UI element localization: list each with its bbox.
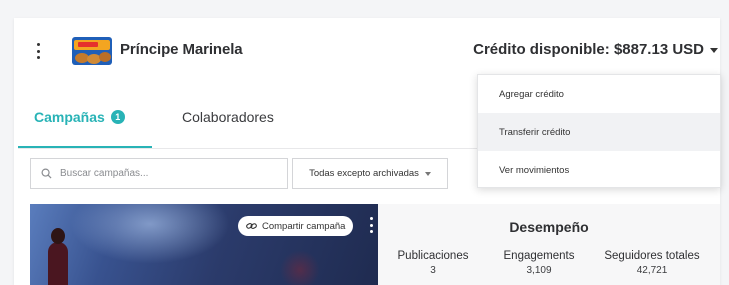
menu-item-view-movements[interactable]: Ver movimientos: [478, 151, 720, 189]
metric-engagements: Engagements 3,109: [498, 250, 580, 276]
credit-dropdown-button[interactable]: Crédito disponible: $887.13 USD: [473, 41, 718, 58]
tab-label: Campañas: [34, 109, 105, 125]
caret-down-icon: [710, 48, 718, 53]
metric-followers: Seguidores totales 42,721: [598, 250, 706, 276]
metric-label: Engagements: [503, 250, 575, 262]
tab-campaigns[interactable]: Campañas 1: [34, 109, 125, 125]
share-campaign-button[interactable]: Compartir campaña: [238, 216, 354, 236]
status-filter-value: Todas excepto archivadas: [309, 168, 419, 179]
brand-logo: [70, 31, 114, 71]
status-filter-select[interactable]: Todas excepto archivadas: [292, 158, 448, 189]
brand-name: Príncipe Marinela: [120, 41, 243, 58]
campaign-image[interactable]: Compartir campaña: [30, 204, 378, 285]
metric-value: 42,721: [636, 265, 668, 276]
search-input[interactable]: [60, 168, 270, 179]
campaign-more-icon[interactable]: [368, 217, 374, 233]
more-menu-icon[interactable]: [34, 43, 42, 59]
metric-label: Seguidores totales: [604, 250, 700, 262]
count-badge: 1: [110, 110, 125, 124]
link-icon: [246, 223, 257, 229]
performance-title: Desempeño: [509, 219, 589, 235]
performance-panel: Desempeño Publicaciones 3 Engagements 3,…: [378, 204, 720, 285]
search-icon: [41, 168, 52, 179]
share-campaign-label: Compartir campaña: [262, 220, 346, 232]
search-box[interactable]: [30, 158, 288, 189]
credit-label: Crédito disponible: $887.13 USD: [473, 41, 704, 58]
credit-dropdown-menu: Agregar crédito Transferir crédito Ver m…: [477, 74, 721, 188]
metric-label: Publicaciones: [397, 250, 469, 262]
metric-posts: Publicaciones 3: [396, 250, 470, 276]
tab-label: Colaboradores: [182, 109, 274, 125]
menu-item-transfer-credit[interactable]: Transferir crédito: [478, 113, 720, 151]
menu-item-add-credit[interactable]: Agregar crédito: [478, 75, 720, 113]
caret-down-icon: [424, 171, 431, 176]
tab-collaborators[interactable]: Colaboradores: [182, 109, 274, 125]
metric-value: 3: [430, 265, 436, 276]
metric-value: 3,109: [526, 265, 552, 276]
